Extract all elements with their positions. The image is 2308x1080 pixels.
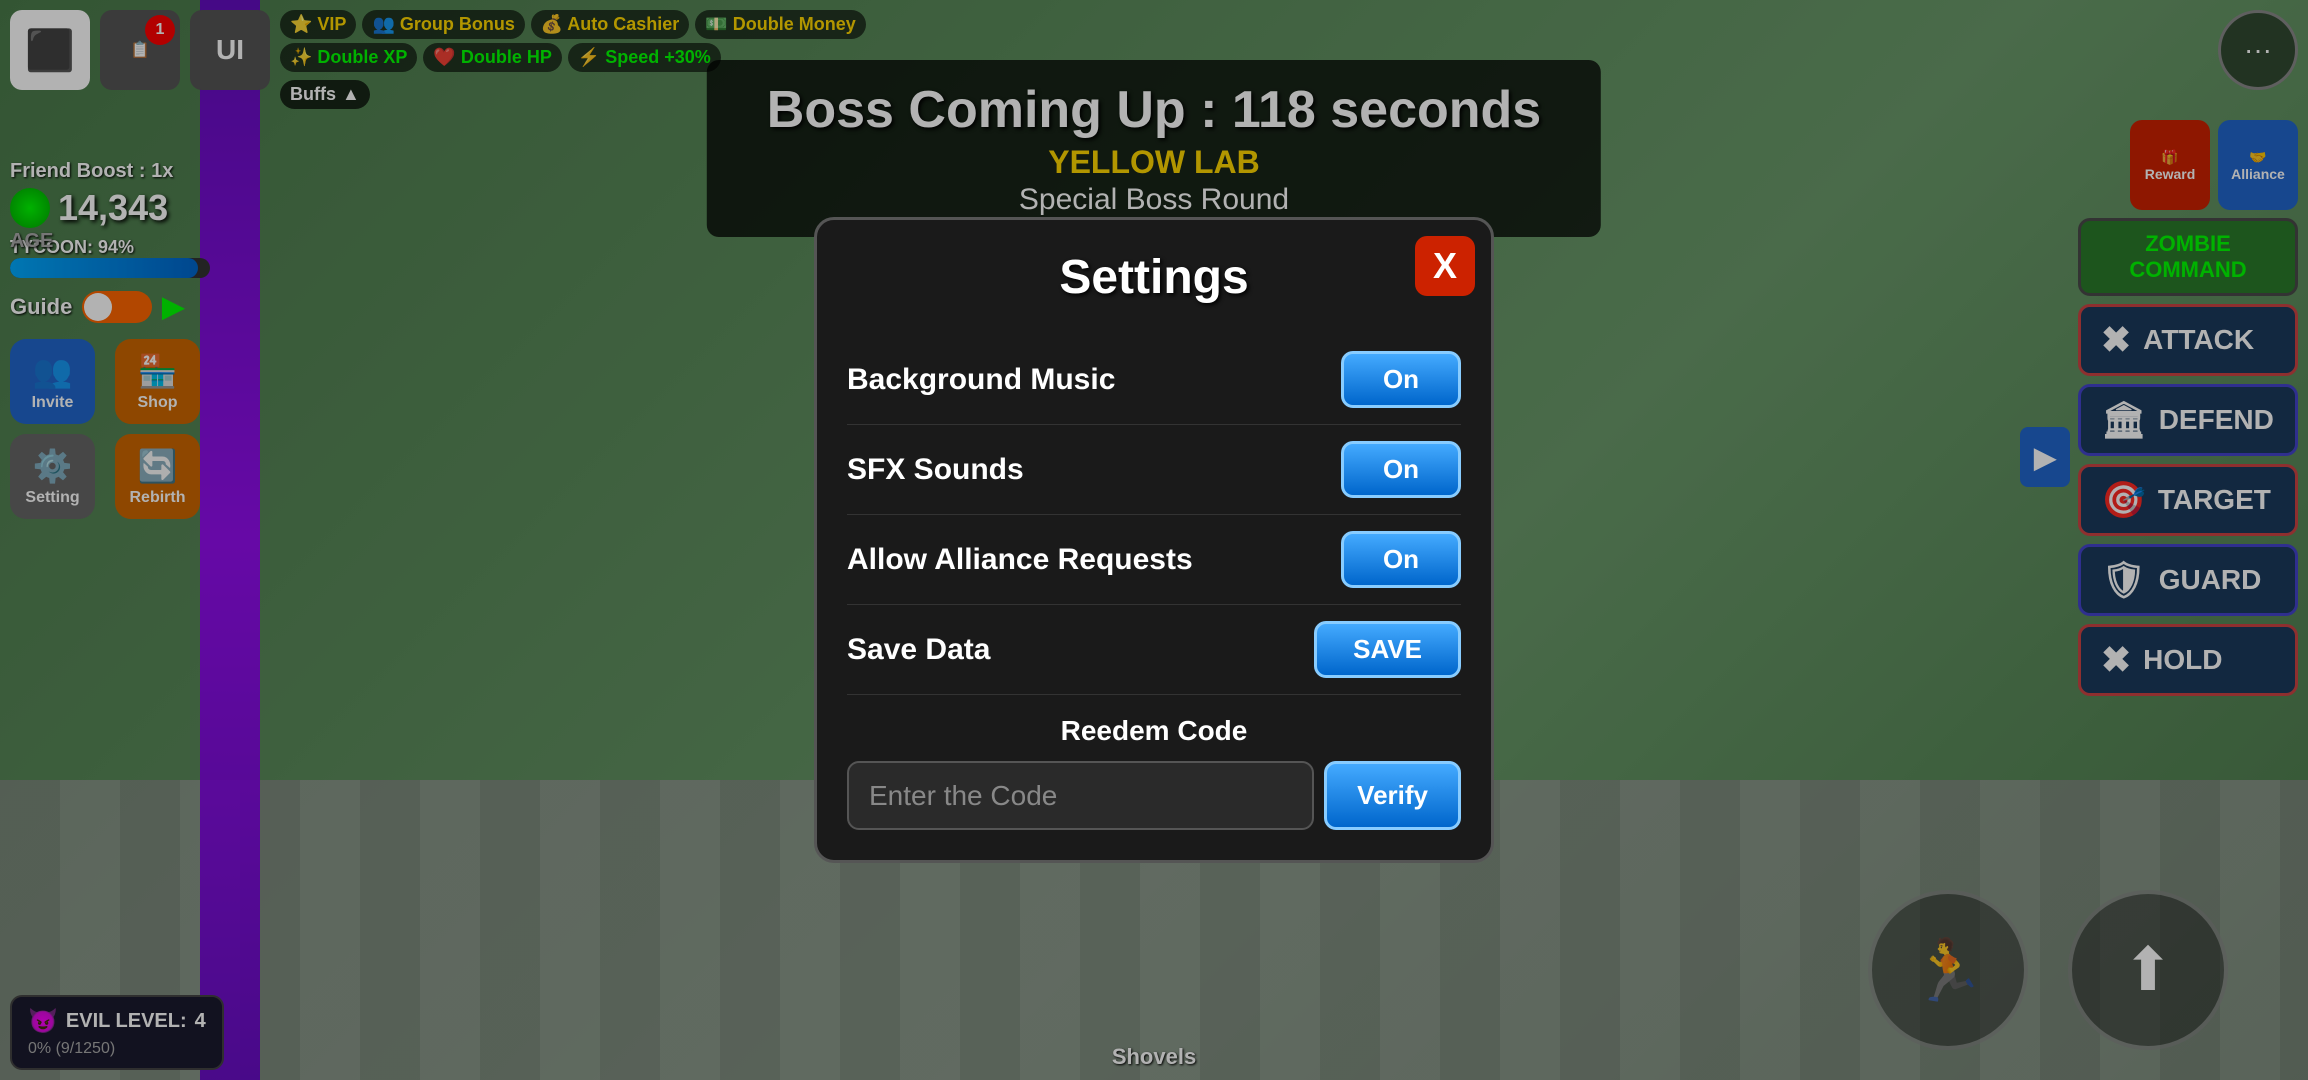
alliance-requests-toggle[interactable]: On	[1341, 531, 1461, 588]
background-music-row: Background Music On	[847, 335, 1461, 425]
sfx-sounds-toggle[interactable]: On	[1341, 441, 1461, 498]
redeem-row: Verify	[847, 761, 1461, 830]
close-icon: X	[1433, 245, 1457, 287]
background-music-toggle[interactable]: On	[1341, 351, 1461, 408]
sfx-sounds-label: SFX Sounds	[847, 453, 1024, 487]
save-data-label: Save Data	[847, 633, 990, 667]
save-data-row: Save Data SAVE	[847, 605, 1461, 695]
save-button[interactable]: SAVE	[1314, 621, 1461, 678]
modal-overlay: Settings X Background Music On SFX Sound…	[0, 0, 2308, 1080]
modal-close-button[interactable]: X	[1415, 236, 1475, 296]
verify-button[interactable]: Verify	[1324, 761, 1461, 830]
settings-modal: Settings X Background Music On SFX Sound…	[814, 217, 1494, 863]
modal-title: Settings	[847, 250, 1461, 305]
code-input[interactable]	[847, 761, 1314, 830]
sfx-sounds-row: SFX Sounds On	[847, 425, 1461, 515]
background-music-label: Background Music	[847, 363, 1115, 397]
alliance-requests-label: Allow Alliance Requests	[847, 543, 1193, 577]
redeem-title: Reedem Code	[847, 715, 1461, 747]
alliance-requests-row: Allow Alliance Requests On	[847, 515, 1461, 605]
redeem-section: Reedem Code Verify	[847, 715, 1461, 830]
